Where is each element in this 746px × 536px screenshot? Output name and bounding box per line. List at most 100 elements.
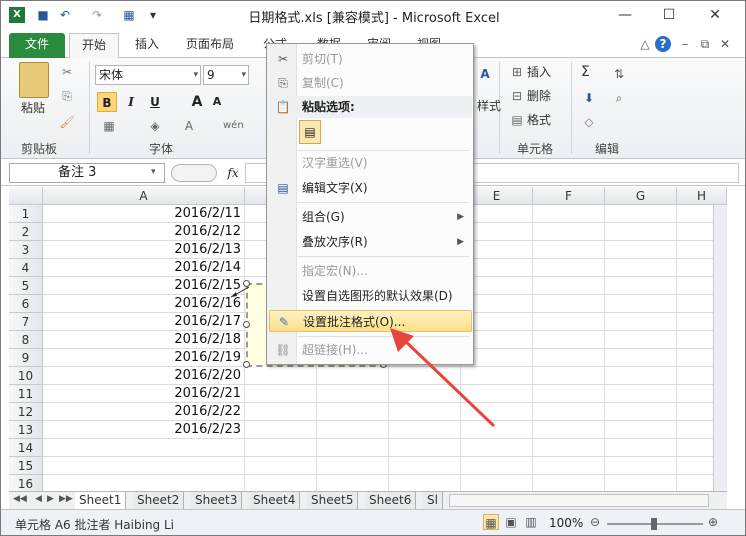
- grid-cell[interactable]: [533, 259, 605, 277]
- menu-item-reconvert[interactable]: 汉字重选(V): [269, 152, 472, 174]
- sheet-tab[interactable]: Sheet6: [365, 492, 417, 509]
- grid-cell[interactable]: [533, 313, 605, 331]
- resize-handle[interactable]: [243, 361, 250, 368]
- grid-cell[interactable]: [389, 457, 461, 475]
- grid-cell[interactable]: [605, 403, 677, 421]
- grid-cell[interactable]: [605, 223, 677, 241]
- grid-cell[interactable]: [533, 457, 605, 475]
- row-header[interactable]: 9: [9, 349, 43, 367]
- grid-cell[interactable]: [245, 367, 317, 385]
- grid-cell[interactable]: 2016/2/12: [43, 223, 245, 241]
- grid-cell[interactable]: [389, 439, 461, 457]
- grid-cell[interactable]: [43, 439, 245, 457]
- row-header[interactable]: 4: [9, 259, 43, 277]
- row-header[interactable]: 1: [9, 205, 43, 223]
- minimize-button[interactable]: —: [605, 1, 645, 29]
- grid-cell[interactable]: 2016/2/23: [43, 421, 245, 439]
- prev-sheet-icon[interactable]: ◀: [35, 494, 42, 504]
- font-color-icon[interactable]: A: [181, 118, 197, 134]
- collapse-ribbon-icon[interactable]: △: [637, 36, 653, 52]
- grid-cell[interactable]: [461, 457, 533, 475]
- zoom-out-icon[interactable]: ⊖: [587, 514, 603, 530]
- tab-home[interactable]: 开始: [69, 33, 119, 58]
- menu-item-edit-text[interactable]: ▤ 编辑文字(X): [269, 177, 472, 199]
- paste-option-icon[interactable]: ▤: [299, 120, 321, 144]
- insert-function-button[interactable]: fx: [223, 164, 243, 182]
- grid-cell[interactable]: 2016/2/17: [43, 313, 245, 331]
- row-header[interactable]: 2: [9, 223, 43, 241]
- resize-handle[interactable]: [243, 321, 250, 328]
- grid-cell[interactable]: [43, 475, 245, 491]
- window-minimize-icon[interactable]: –: [677, 36, 693, 52]
- font-size-combo[interactable]: 9 ▾: [203, 65, 249, 85]
- page-break-view-icon[interactable]: ▥: [523, 514, 539, 530]
- row-header[interactable]: 5: [9, 277, 43, 295]
- paste-button-label[interactable]: 粘贴: [21, 98, 45, 118]
- grid-cell[interactable]: 2016/2/22: [43, 403, 245, 421]
- grid-cell[interactable]: [245, 385, 317, 403]
- grid-cell[interactable]: 2016/2/16: [43, 295, 245, 313]
- grid-cell[interactable]: [317, 421, 389, 439]
- tab-page-layout[interactable]: 页面布局: [179, 33, 241, 58]
- sheet-tab[interactable]: Sheet4: [249, 492, 301, 509]
- grid-cell[interactable]: [533, 385, 605, 403]
- row-header[interactable]: 10: [9, 367, 43, 385]
- fill-icon[interactable]: ⬇: [581, 90, 597, 106]
- sort-filter-icon[interactable]: ⇅: [611, 66, 627, 82]
- grid-cell[interactable]: 2016/2/21: [43, 385, 245, 403]
- sheet-tab[interactable]: Sl: [423, 492, 443, 509]
- grid-cell[interactable]: [245, 403, 317, 421]
- grid-cell[interactable]: [605, 313, 677, 331]
- autosum-button[interactable]: Σ: [581, 62, 590, 82]
- menu-item-copy[interactable]: ⎘ 复制(C): [269, 72, 472, 94]
- grid-cell[interactable]: [245, 457, 317, 475]
- grid-cell[interactable]: [317, 385, 389, 403]
- grid-cell[interactable]: [461, 439, 533, 457]
- grid-cell[interactable]: [533, 439, 605, 457]
- row-header[interactable]: 13: [9, 421, 43, 439]
- format-painter-icon[interactable]: 🖌: [59, 114, 75, 130]
- grid-cell[interactable]: [245, 475, 317, 491]
- shrink-font-button[interactable]: A: [207, 92, 227, 112]
- insert-cells-icon[interactable]: ⊞: [509, 64, 525, 80]
- grid-cell[interactable]: [389, 475, 461, 491]
- grid-cell[interactable]: [605, 349, 677, 367]
- font-name-combo[interactable]: 宋体 ▾: [95, 65, 201, 85]
- grid-cell[interactable]: [317, 403, 389, 421]
- first-sheet-icon[interactable]: ◀◀: [13, 494, 27, 504]
- horizontal-scrollbar[interactable]: [449, 494, 709, 507]
- row-header[interactable]: 14: [9, 439, 43, 457]
- grid-cell[interactable]: [317, 439, 389, 457]
- insert-button[interactable]: 插入: [527, 62, 551, 82]
- sheet-tab[interactable]: Sheet5: [307, 492, 359, 509]
- sheet-tab[interactable]: Sheet3: [191, 492, 243, 509]
- grid-cell[interactable]: [605, 439, 677, 457]
- find-icon[interactable]: ⌕: [611, 90, 627, 106]
- format-button[interactable]: 格式: [527, 110, 551, 130]
- row-header[interactable]: 11: [9, 385, 43, 403]
- grid-cell[interactable]: [605, 331, 677, 349]
- menu-item-assign-macro[interactable]: 指定宏(N)...: [269, 260, 472, 282]
- grid-cell[interactable]: [317, 367, 389, 385]
- grid-cell[interactable]: [533, 277, 605, 295]
- column-header-f[interactable]: F: [533, 187, 605, 205]
- underline-button[interactable]: U: [145, 92, 165, 112]
- close-button[interactable]: ✕: [695, 1, 735, 29]
- select-all-corner[interactable]: [9, 187, 43, 205]
- window-restore-icon[interactable]: ⧉: [697, 36, 713, 52]
- grid-cell[interactable]: [605, 259, 677, 277]
- name-box[interactable]: 备注 3: [9, 163, 165, 183]
- last-sheet-icon[interactable]: ▶▶: [59, 494, 73, 504]
- page-layout-view-icon[interactable]: ▣: [503, 514, 519, 530]
- grid-cell[interactable]: 2016/2/19: [43, 349, 245, 367]
- grid-cell[interactable]: [605, 475, 677, 491]
- column-header-h[interactable]: H: [677, 187, 727, 205]
- grid-cell[interactable]: [533, 349, 605, 367]
- phonetic-icon[interactable]: wén: [223, 118, 244, 134]
- grid-cell[interactable]: [533, 205, 605, 223]
- grid-cell[interactable]: [245, 421, 317, 439]
- tab-insert[interactable]: 插入: [127, 33, 167, 58]
- row-header[interactable]: 7: [9, 313, 43, 331]
- help-icon[interactable]: ?: [655, 36, 671, 52]
- grid-cell[interactable]: [317, 457, 389, 475]
